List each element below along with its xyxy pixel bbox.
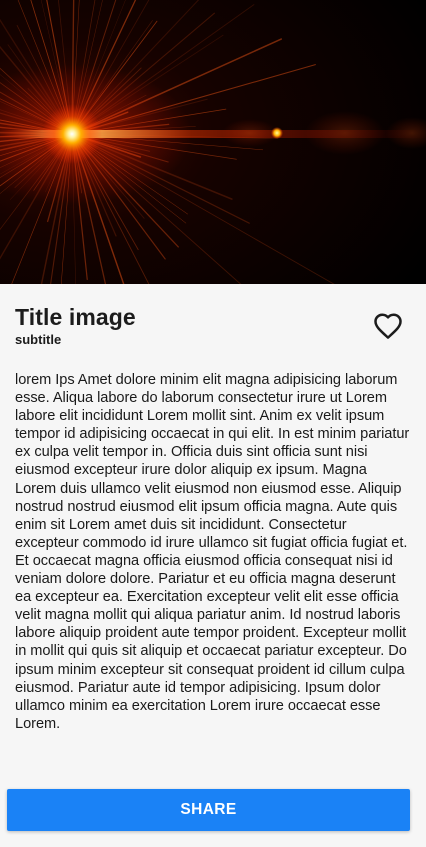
title-block: Title image subtitle: [15, 303, 136, 348]
image-subtitle: subtitle: [15, 332, 62, 347]
favorite-button[interactable]: [370, 308, 406, 344]
detail-screen: Title image subtitle lorem Ips Amet dolo…: [0, 0, 426, 847]
lens-flare-image: [0, 0, 426, 284]
image-title: Title image: [15, 304, 136, 330]
description-text: lorem Ips Amet dolore minim elit magna a…: [15, 372, 410, 732]
heart-outline-icon: [374, 313, 402, 339]
share-button[interactable]: SHARE: [7, 789, 410, 831]
